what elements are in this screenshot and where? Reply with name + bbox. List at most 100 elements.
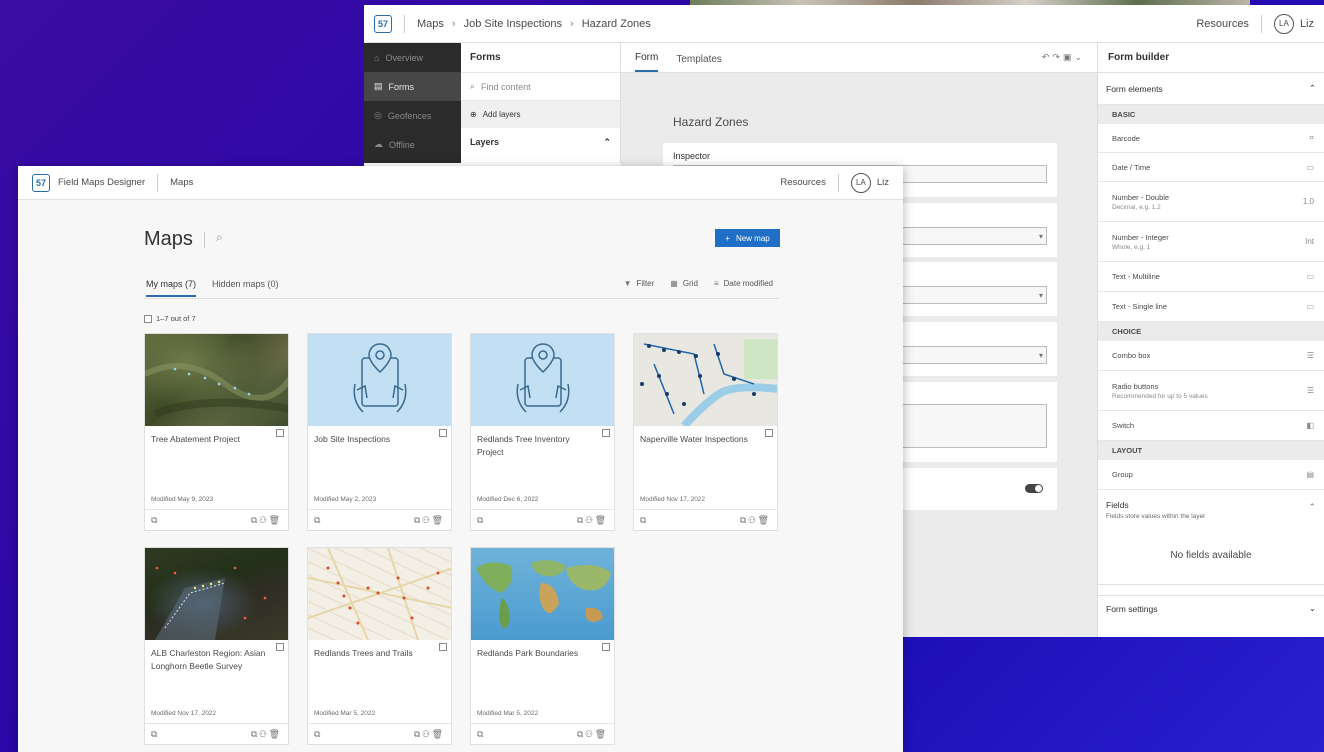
- nav-item-forms[interactable]: ▤ Forms: [364, 72, 461, 101]
- nav-label: Forms: [388, 81, 415, 92]
- user-name[interactable]: Liz: [877, 177, 889, 188]
- filter-button[interactable]: ▼ Filter: [624, 279, 655, 288]
- map-thumbnail[interactable]: [471, 548, 614, 640]
- map-card[interactable]: Job Site Inspections Modified May 2, 202…: [307, 333, 452, 531]
- category-basic: BASIC: [1098, 105, 1324, 124]
- element-text-multiline[interactable]: Text - Multiline ▭: [1098, 262, 1324, 292]
- add-layers-button[interactable]: ⊕ Add layers: [461, 101, 620, 128]
- share-icon[interactable]: ⚇: [585, 729, 594, 739]
- map-card[interactable]: Redlands Tree Inventory Project Modified…: [470, 333, 615, 531]
- select-all-checkbox[interactable]: [144, 314, 152, 323]
- app-name[interactable]: Field Maps Designer: [58, 177, 145, 188]
- select-all[interactable]: 1–7 out of 7: [144, 314, 196, 323]
- form-settings-header[interactable]: Form settings ⌄: [1098, 595, 1324, 621]
- grid-button[interactable]: ▦ Grid: [670, 279, 698, 288]
- map-select-checkbox[interactable]: [602, 429, 610, 437]
- element-switch[interactable]: Switch ◧: [1098, 411, 1324, 441]
- map-title[interactable]: Tree Abatement Project: [151, 433, 266, 446]
- tab-hidden-maps[interactable]: Hidden maps (0): [212, 279, 279, 297]
- nav-item-geofences[interactable]: ◎ Geofences: [364, 101, 461, 130]
- map-select-checkbox[interactable]: [602, 643, 610, 651]
- open-external-icon[interactable]: ⧉: [151, 515, 157, 526]
- map-select-checkbox[interactable]: [276, 643, 284, 651]
- nav-item-overview[interactable]: ⌂ Overview: [364, 43, 461, 72]
- open-external-icon[interactable]: ⧉: [314, 515, 320, 526]
- map-thumbnail[interactable]: [145, 334, 288, 426]
- nav-item-offline[interactable]: ☁ Offline: [364, 130, 461, 159]
- map-select-checkbox[interactable]: [439, 429, 447, 437]
- modified-date: Modified Nov 17, 2022: [151, 710, 217, 717]
- new-map-button[interactable]: + New map: [715, 229, 780, 247]
- map-card[interactable]: Redlands Park Boundaries Modified Mar 5,…: [470, 547, 615, 745]
- trash-icon[interactable]: 🗑: [758, 515, 771, 525]
- field-maps-logo-icon[interactable]: 57: [374, 14, 392, 33]
- trash-icon[interactable]: 🗑: [432, 729, 445, 739]
- map-title[interactable]: Redlands Tree Inventory Project: [477, 433, 592, 459]
- switch-toggle[interactable]: [1025, 484, 1043, 493]
- map-card[interactable]: Naperville Water Inspections Modified No…: [633, 333, 778, 531]
- form-elements-header[interactable]: Form elements ⌃: [1098, 73, 1324, 105]
- map-title[interactable]: ALB Charleston Region: Asian Longhorn Be…: [151, 647, 266, 673]
- element-barcode[interactable]: Barcode ⌗: [1098, 124, 1324, 153]
- map-card[interactable]: Tree Abatement Project Modified May 9, 2…: [144, 333, 289, 531]
- trash-icon[interactable]: 🗑: [595, 515, 608, 525]
- map-thumbnail[interactable]: [145, 548, 288, 640]
- element-radio-buttons[interactable]: Radio buttons Recommended for up to 5 val…: [1098, 371, 1324, 411]
- share-icon[interactable]: ⚇: [748, 515, 757, 525]
- share-icon[interactable]: ⚇: [422, 729, 431, 739]
- element-number-integer[interactable]: Number - Integer Whole, e.g. 1 Int: [1098, 222, 1324, 262]
- map-title[interactable]: Redlands Trees and Trails: [314, 647, 429, 660]
- chevron-up-icon[interactable]: ⌃: [1308, 502, 1316, 513]
- map-thumbnail[interactable]: [471, 334, 614, 426]
- layers-section-header[interactable]: Layers ⌃: [461, 128, 620, 156]
- trash-icon[interactable]: 🗑: [269, 515, 282, 525]
- trash-icon[interactable]: 🗑: [595, 729, 608, 739]
- element-number-double[interactable]: Number - Double Decimal, e.g. 1.2 1.0: [1098, 182, 1324, 222]
- resources-link[interactable]: Resources: [1196, 18, 1249, 30]
- open-external-icon[interactable]: ⧉: [477, 729, 483, 740]
- element-label: Group: [1112, 470, 1133, 479]
- element-combo-box[interactable]: Combo box ☰: [1098, 341, 1324, 371]
- map-select-checkbox[interactable]: [439, 643, 447, 651]
- map-select-checkbox[interactable]: [765, 429, 773, 437]
- map-card[interactable]: ALB Charleston Region: Asian Longhorn Be…: [144, 547, 289, 745]
- open-external-icon[interactable]: ⧉: [314, 729, 320, 740]
- map-thumbnail[interactable]: [634, 334, 777, 426]
- element-text-single[interactable]: Text - Single line ▭: [1098, 292, 1324, 322]
- resources-link[interactable]: Resources: [780, 177, 825, 188]
- map-title[interactable]: Job Site Inspections: [314, 433, 429, 446]
- search-icon[interactable]: ⌕: [216, 230, 223, 245]
- undo-redo-save-icons[interactable]: ↶↷▣⌄: [1042, 52, 1085, 63]
- map-title[interactable]: Redlands Park Boundaries: [477, 647, 592, 660]
- avatar[interactable]: LA: [850, 172, 871, 193]
- map-title[interactable]: Naperville Water Inspections: [640, 433, 755, 446]
- map-thumbnail[interactable]: [308, 334, 451, 426]
- text-area-icon: ▭: [1306, 272, 1314, 281]
- share-icon[interactable]: ⚇: [259, 515, 268, 525]
- breadcrumb-job-site[interactable]: Job Site Inspections: [464, 18, 562, 30]
- satellite-terrain-image: [145, 363, 288, 418]
- find-content-input[interactable]: ⌕ Find content: [461, 73, 620, 101]
- tab-form[interactable]: Form: [635, 52, 659, 72]
- sort-button[interactable]: ≡ Date modified: [714, 279, 773, 288]
- breadcrumb-maps[interactable]: Maps: [417, 18, 444, 30]
- plus-circle-icon: ⊕: [470, 110, 477, 119]
- tab-my-maps[interactable]: My maps (7): [146, 279, 197, 297]
- trash-icon[interactable]: 🗑: [432, 515, 445, 525]
- open-external-icon[interactable]: ⧉: [477, 515, 483, 526]
- open-external-icon[interactable]: ⧉: [640, 515, 646, 526]
- share-icon[interactable]: ⚇: [259, 729, 268, 739]
- open-external-icon[interactable]: ⧉: [151, 729, 157, 740]
- share-icon[interactable]: ⚇: [422, 515, 431, 525]
- map-select-checkbox[interactable]: [276, 429, 284, 437]
- avatar[interactable]: LA: [1273, 13, 1294, 34]
- user-name[interactable]: Liz: [1300, 18, 1314, 30]
- field-maps-logo-icon[interactable]: 57: [32, 173, 50, 192]
- share-icon[interactable]: ⚇: [585, 515, 594, 525]
- element-group[interactable]: Group ▤: [1098, 460, 1324, 490]
- element-date-time[interactable]: Date / Time ▭: [1098, 153, 1324, 182]
- map-thumbnail[interactable]: [308, 548, 451, 640]
- map-card[interactable]: Redlands Trees and Trails Modified Mar 5…: [307, 547, 452, 745]
- tab-templates[interactable]: Templates: [676, 54, 722, 72]
- trash-icon[interactable]: 🗑: [269, 729, 282, 739]
